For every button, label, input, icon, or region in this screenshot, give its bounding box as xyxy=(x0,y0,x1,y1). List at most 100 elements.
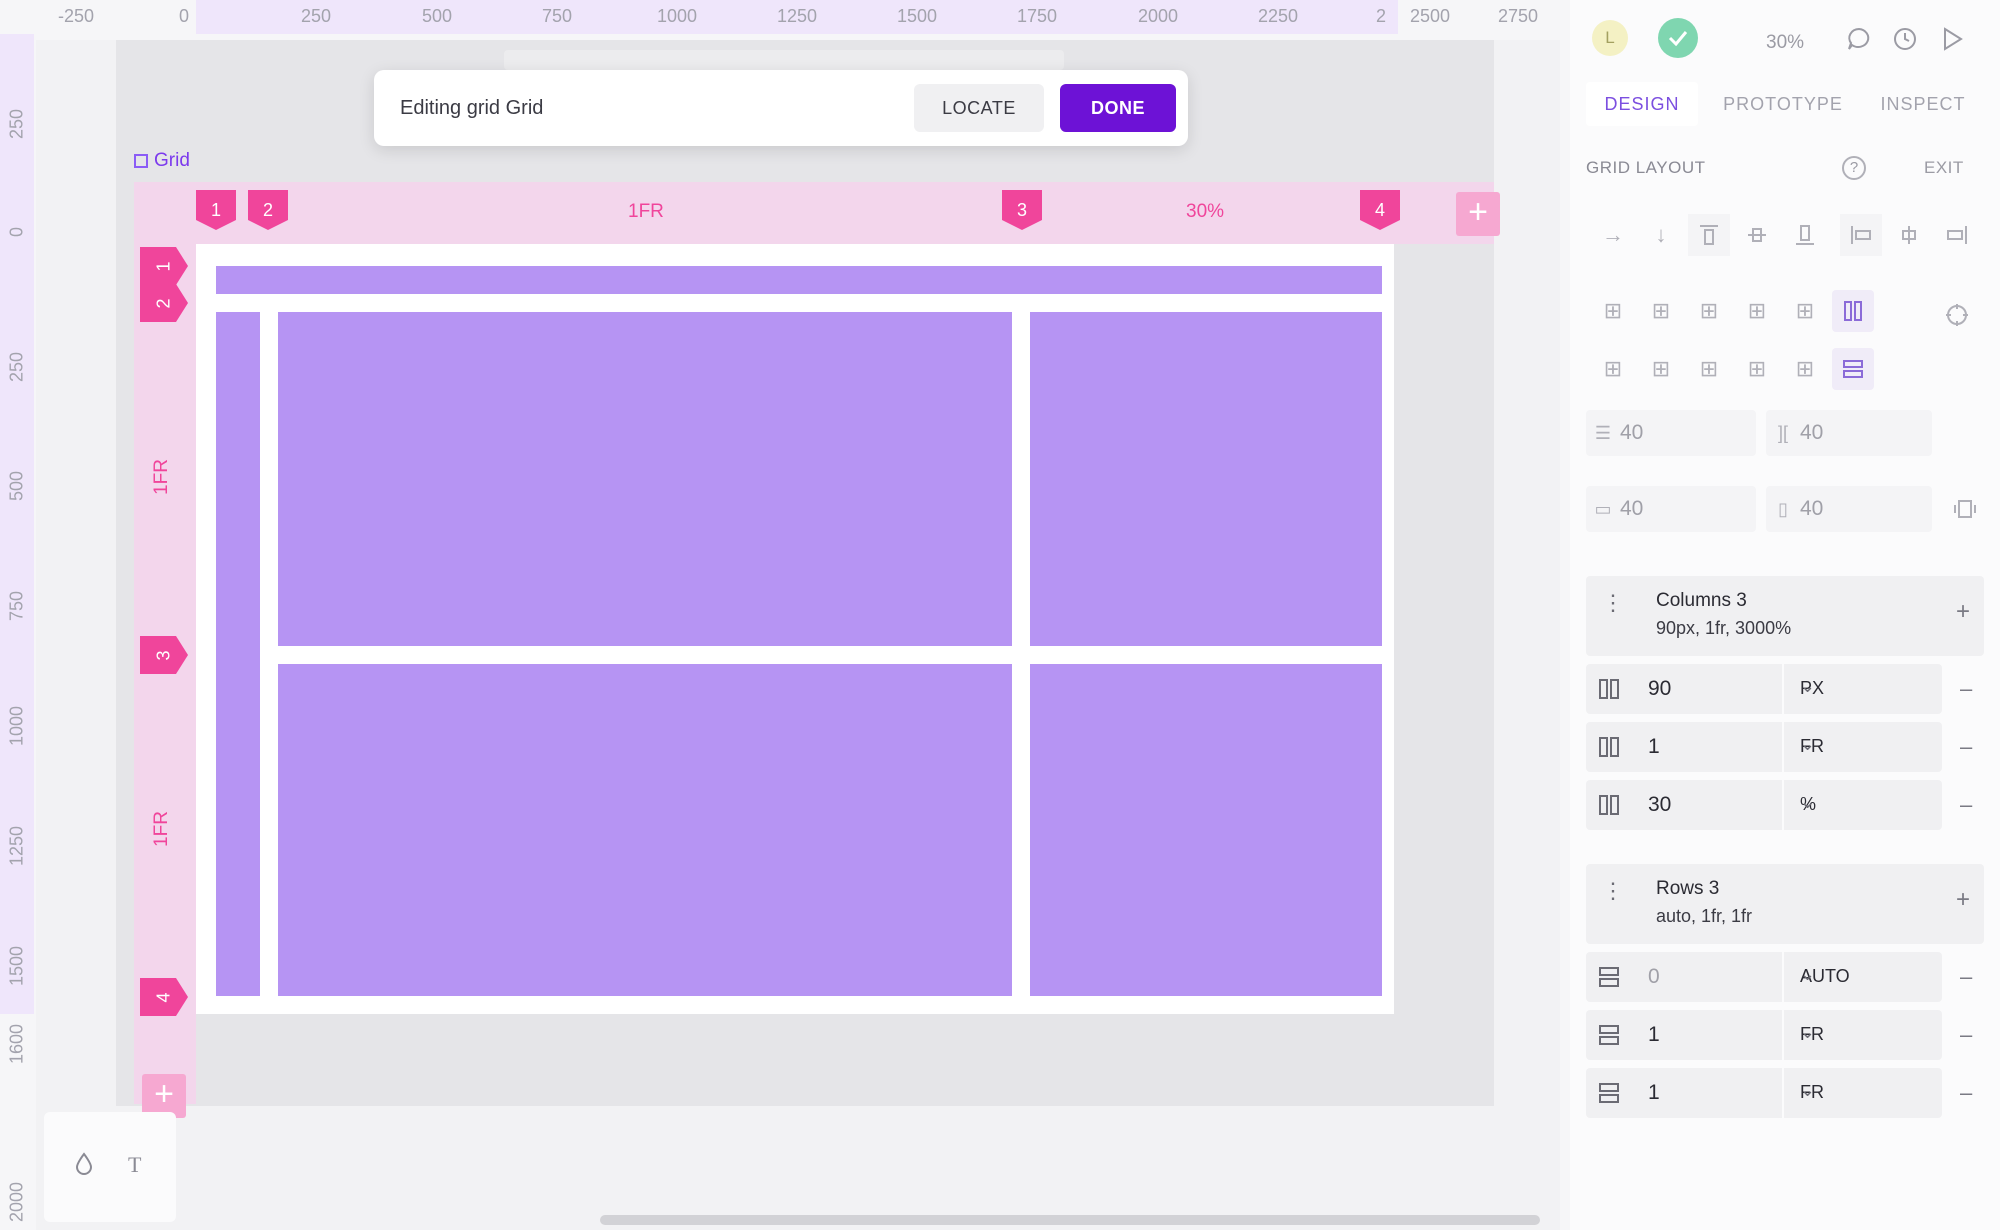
justify-stretch-icon[interactable] xyxy=(1832,348,1874,390)
add-row-icon[interactable]: + xyxy=(1956,886,1970,914)
align-items-icon[interactable]: ⊞ xyxy=(1688,290,1730,332)
menu-dots-icon[interactable]: ⋮ xyxy=(1602,592,1624,614)
remove-column-button[interactable]: – xyxy=(1960,734,1972,760)
align-center-icon[interactable] xyxy=(1736,214,1778,256)
row-gap-field[interactable]: ☰ 40 xyxy=(1586,410,1756,456)
row-unit-select[interactable]: FR ⌄ xyxy=(1782,1068,1942,1118)
tab-prototype[interactable]: PROTOTYPE xyxy=(1706,82,1860,126)
column-track-label[interactable]: 30% xyxy=(1186,201,1224,223)
add-column-icon[interactable]: + xyxy=(1956,598,1970,626)
help-icon[interactable]: ? xyxy=(1842,156,1866,180)
row-unit-select[interactable]: AUTO ⌄ xyxy=(1782,952,1942,1002)
horizontal-scrollbar[interactable] xyxy=(600,1215,1540,1225)
remove-row-button[interactable]: – xyxy=(1960,1080,1972,1106)
column-track-row[interactable]: 30 % ⌄ xyxy=(1586,780,1942,830)
padding-options-icon[interactable] xyxy=(1944,488,1986,530)
justify-items-icon[interactable]: ⊞ xyxy=(1592,348,1634,390)
remove-column-button[interactable]: – xyxy=(1960,792,1972,818)
column-value[interactable]: 90 xyxy=(1648,677,1671,701)
rows-section[interactable]: ⋮ Rows 3 auto, 1fr, 1fr + xyxy=(1586,864,1984,944)
ruler-tick: 500 xyxy=(421,6,453,26)
chevron-down-icon: ⌄ xyxy=(1800,1080,1816,1100)
remove-column-button[interactable]: – xyxy=(1960,676,1972,702)
remove-row-button[interactable]: – xyxy=(1960,964,1972,990)
row-value[interactable]: 0 xyxy=(1648,965,1660,989)
done-button[interactable]: DONE xyxy=(1060,84,1176,132)
justify-center-icon[interactable] xyxy=(1888,214,1930,256)
avatar-initial: L xyxy=(1605,28,1615,47)
justify-items-icon[interactable]: ⊞ xyxy=(1640,348,1682,390)
align-items-icon[interactable]: ⊞ xyxy=(1592,290,1634,332)
column-unit-select[interactable]: PX ⌄ xyxy=(1782,664,1942,714)
column-value[interactable]: 30 xyxy=(1648,793,1671,817)
column-track-row[interactable]: 1 FR ⌄ xyxy=(1586,722,1942,772)
column-icon xyxy=(1599,795,1619,815)
justify-items-icon[interactable]: ⊞ xyxy=(1688,348,1730,390)
grid-board[interactable] xyxy=(196,244,1394,1014)
grid-cell[interactable] xyxy=(278,664,1012,996)
row-icon xyxy=(1599,1025,1619,1045)
column-track-label[interactable]: 1FR xyxy=(628,201,664,223)
ruler-tick: 2 xyxy=(1375,6,1387,26)
align-items-icon[interactable]: ⊞ xyxy=(1784,290,1826,332)
vertical-padding-field[interactable]: ▭ 40 xyxy=(1586,486,1756,532)
menu-dots-icon[interactable]: ⋮ xyxy=(1602,880,1624,902)
justify-start-icon[interactable] xyxy=(1840,214,1882,256)
horizontal-padding-field[interactable]: ▯ 40 xyxy=(1766,486,1932,532)
justify-items-icon[interactable]: ⊞ xyxy=(1736,348,1778,390)
grid-cell[interactable] xyxy=(1030,664,1382,996)
drop-icon[interactable] xyxy=(74,1152,94,1182)
exit-button[interactable]: EXIT xyxy=(1924,158,1964,178)
zoom-level[interactable]: 30% xyxy=(1766,32,1804,54)
align-bottom-icon[interactable] xyxy=(1784,214,1826,256)
column-unit-select[interactable]: % ⌄ xyxy=(1782,780,1942,830)
align-top-icon[interactable] xyxy=(1688,214,1730,256)
align-items-icon[interactable]: ⊞ xyxy=(1640,290,1682,332)
row-value[interactable]: 1 xyxy=(1648,1081,1660,1105)
remove-row-button[interactable]: – xyxy=(1960,1022,1972,1048)
row-track-row[interactable]: 1 FR ⌄ xyxy=(1586,1068,1942,1118)
tab-inspect[interactable]: INSPECT xyxy=(1866,82,1980,126)
row-unit-select[interactable]: FR ⌄ xyxy=(1782,1010,1942,1060)
row-track-bar[interactable] xyxy=(134,244,196,1104)
grid-layer-label[interactable]: Grid xyxy=(134,150,190,172)
row-value[interactable]: 1 xyxy=(1648,1023,1660,1047)
grid-cell[interactable] xyxy=(278,312,1012,646)
arrow-right-icon[interactable]: → xyxy=(1592,214,1634,256)
play-icon[interactable] xyxy=(1940,26,1964,57)
row-track-label[interactable]: 1FR xyxy=(151,811,173,847)
columns-section[interactable]: ⋮ Columns 3 90px, 1fr, 3000% + xyxy=(1586,576,1984,656)
comment-icon[interactable] xyxy=(1846,26,1872,57)
ruler-tick: 2000 xyxy=(6,1181,27,1223)
check-icon[interactable] xyxy=(1658,18,1698,58)
vertical-padding-value: 40 xyxy=(1620,497,1644,520)
align-items-icon[interactable]: ⊞ xyxy=(1736,290,1778,332)
ruler-tick: 2000 xyxy=(1137,6,1179,26)
justify-items-icon[interactable]: ⊞ xyxy=(1784,348,1826,390)
grid-cell-header[interactable] xyxy=(216,266,1382,294)
column-value[interactable]: 1 xyxy=(1648,735,1660,759)
history-icon[interactable] xyxy=(1892,26,1918,57)
arrow-down-icon[interactable]: ↓ xyxy=(1640,214,1682,256)
locate-button[interactable]: LOCATE xyxy=(914,84,1044,132)
tool-palette: T xyxy=(44,1112,176,1222)
tab-design[interactable]: DESIGN xyxy=(1586,82,1698,126)
row-track-label[interactable]: 1FR xyxy=(151,459,173,495)
add-column-button[interactable]: + xyxy=(1456,192,1500,236)
grid-cell-sidebar[interactable] xyxy=(216,312,260,996)
column-gap-field[interactable]: ][ 40 xyxy=(1766,410,1932,456)
row-track-row[interactable]: 1 FR ⌄ xyxy=(1586,1010,1942,1060)
justify-end-icon[interactable] xyxy=(1936,214,1978,256)
column-track-row[interactable]: 90 PX ⌄ xyxy=(1586,664,1942,714)
user-avatar[interactable]: L xyxy=(1592,20,1628,56)
crosshair-icon[interactable] xyxy=(1936,294,1978,336)
column-track-bar[interactable] xyxy=(134,182,1494,244)
column-unit-select[interactable]: FR ⌄ xyxy=(1782,722,1942,772)
align-stretch-icon[interactable] xyxy=(1832,290,1874,332)
grid-cell[interactable] xyxy=(1030,312,1382,646)
row-track-row[interactable]: 0 AUTO ⌄ xyxy=(1586,952,1942,1002)
column-gap-icon: ][ xyxy=(1777,422,1788,443)
text-icon[interactable]: T xyxy=(128,1152,141,1178)
marker-label: 4 xyxy=(153,991,174,1003)
vertical-ruler: 250 0 250 500 750 1000 1250 1500 1600 20… xyxy=(0,34,34,1230)
